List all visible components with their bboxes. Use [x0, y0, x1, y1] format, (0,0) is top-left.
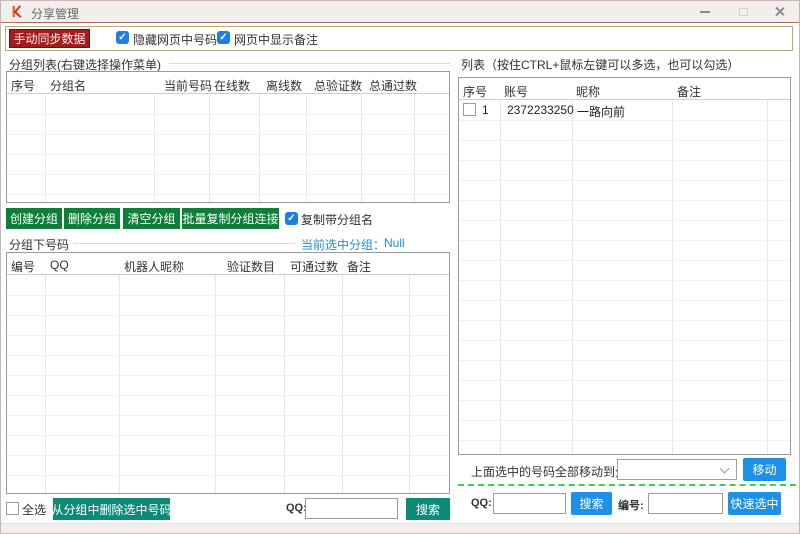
window-title: 分享管理: [31, 5, 79, 22]
minimize-icon: [700, 11, 710, 13]
header-id[interactable]: 编号: [11, 258, 35, 275]
copy-with-name-label[interactable]: 复制带分组名: [301, 211, 373, 228]
header-bot-nick[interactable]: 机器人昵称: [124, 258, 184, 275]
create-group-button[interactable]: 创建分组: [6, 208, 62, 229]
window-bottom-strip: [1, 523, 799, 533]
header-index[interactable]: 序号: [11, 77, 35, 94]
dashed-separator: [458, 484, 796, 486]
header-remark[interactable]: 备注: [677, 83, 701, 100]
account-list-body[interactable]: [459, 101, 790, 454]
header-total-pass[interactable]: 总通过数: [369, 77, 417, 94]
delete-group-button[interactable]: 删除分组: [64, 208, 120, 229]
move-button[interactable]: 移动: [743, 458, 786, 481]
account-list-header: 序号 账号 昵称 备注: [459, 78, 790, 100]
minimize-button[interactable]: [689, 1, 721, 22]
close-icon: [774, 6, 785, 17]
header-index[interactable]: 序号: [463, 83, 487, 100]
group-numbers-title-line: [73, 243, 295, 244]
group-numbers-table-body[interactable]: [7, 276, 449, 493]
toolbar-groupbox: 手动同步数据 隐藏网页中号码 网页中显示备注: [5, 26, 793, 51]
group-select-dropdown[interactable]: [617, 459, 737, 480]
selected-group-value: Null: [384, 236, 405, 250]
select-all-checkbox[interactable]: [6, 502, 19, 515]
header-qq[interactable]: QQ: [50, 258, 69, 272]
select-all-label[interactable]: 全选: [22, 501, 46, 518]
account-row-checkbox[interactable]: [463, 103, 476, 116]
header-verify-n[interactable]: 验证数目: [227, 258, 275, 275]
header-total-verify[interactable]: 总验证数: [314, 77, 362, 94]
header-online[interactable]: 在线数: [214, 77, 250, 94]
search-button-left[interactable]: 搜索: [406, 498, 450, 520]
chevron-down-icon: [720, 464, 730, 474]
hide-numbers-checkbox[interactable]: [116, 31, 129, 44]
header-account[interactable]: 账号: [504, 83, 528, 100]
title-bar: 分享管理: [1, 1, 799, 23]
header-group-name[interactable]: 分组名: [50, 77, 86, 94]
show-remarks-checkbox[interactable]: [217, 31, 230, 44]
app-window: 分享管理 手动同步数据 隐藏网页中号码 网页中显示备注 分组列表(右键选择操作菜…: [0, 0, 800, 534]
delete-selected-from-group-button[interactable]: 从分组中删除选中号码: [53, 498, 170, 520]
account-row-index: 1: [482, 103, 489, 117]
group-numbers-table[interactable]: 编号 QQ 机器人昵称 验证数目 可通过数 备注: [6, 252, 450, 494]
qq-search-input-left[interactable]: [305, 498, 398, 519]
qq-search-label-right: QQ:: [471, 497, 492, 509]
header-offline[interactable]: 离线数: [266, 77, 302, 94]
clear-group-button[interactable]: 清空分组: [123, 208, 180, 229]
hide-numbers-label[interactable]: 隐藏网页中号码: [133, 31, 217, 48]
header-current-num[interactable]: 当前号码: [164, 77, 212, 94]
account-row[interactable]: 1 2372233250 一路向前: [459, 100, 790, 120]
group-table-body[interactable]: [7, 95, 449, 202]
batch-copy-link-button[interactable]: 批量复制分组连接: [182, 208, 279, 229]
account-row-account: 2372233250: [507, 103, 574, 117]
copy-with-name-checkbox[interactable]: [285, 212, 298, 225]
close-button[interactable]: [763, 1, 795, 22]
quick-select-button[interactable]: 快速选中: [728, 492, 781, 515]
header-remark[interactable]: 备注: [347, 258, 371, 275]
qq-search-label-left: QQ:: [286, 502, 307, 514]
maximize-icon: [739, 8, 748, 16]
selected-group-label: 当前选中分组：: [301, 236, 385, 253]
maximize-button[interactable]: [727, 1, 759, 22]
group-numbers-table-header: 编号 QQ 机器人昵称 验证数目 可通过数 备注: [7, 253, 449, 275]
group-table[interactable]: 序号 分组名 当前号码 在线数 离线数 总验证数 总通过数: [6, 71, 450, 203]
group-table-header: 序号 分组名 当前号码 在线数 离线数 总验证数 总通过数: [7, 72, 449, 94]
show-remarks-label[interactable]: 网页中显示备注: [234, 31, 318, 48]
header-passable[interactable]: 可通过数: [290, 258, 338, 275]
group-numbers-title: 分组下号码: [9, 236, 69, 253]
account-row-nickname: 一路向前: [577, 103, 625, 120]
id-label: 编号:: [618, 497, 644, 513]
list-title: 列表（按住CTRL+鼠标左键可以多选，也可以勾选）: [461, 56, 739, 73]
qq-search-input-right[interactable]: [493, 493, 566, 514]
manual-sync-button[interactable]: 手动同步数据: [9, 29, 90, 48]
id-input[interactable]: [648, 493, 723, 514]
group-list-title-line: [169, 63, 450, 64]
account-list-table[interactable]: 序号 账号 昵称 备注 1 2372233250 一路向前: [458, 77, 791, 455]
app-icon: [10, 4, 25, 19]
search-button-right[interactable]: 搜索: [571, 492, 612, 515]
header-nickname[interactable]: 昵称: [576, 83, 600, 100]
